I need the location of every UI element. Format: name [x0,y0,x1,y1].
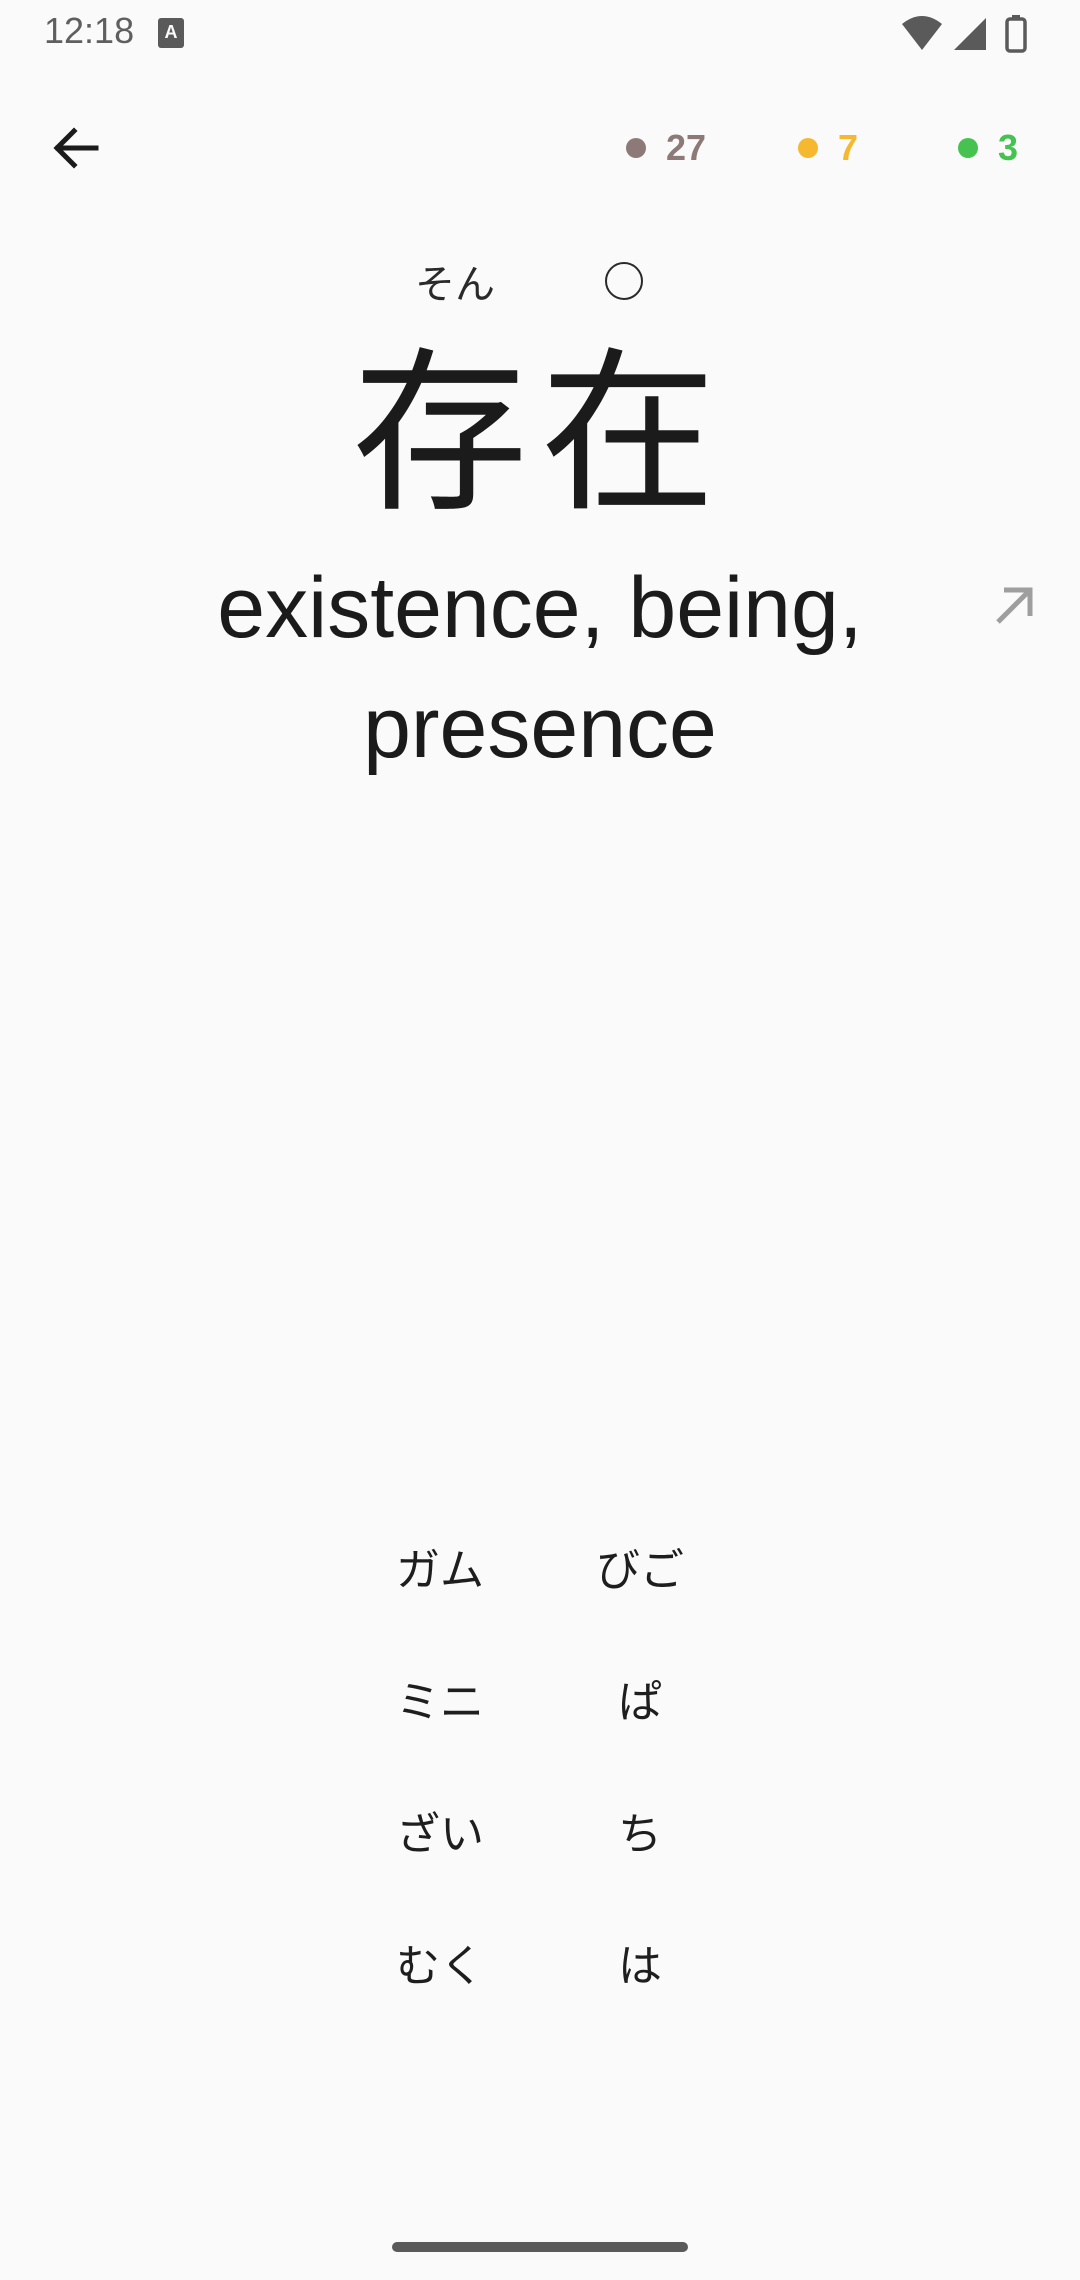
wifi-icon [902,16,942,50]
notification-a-icon: A [158,18,184,48]
option-button[interactable]: ぱ [540,1632,740,1764]
option-button[interactable]: ち [540,1764,740,1896]
quiz-screen: 12:18 A 27 7 3 そん 存在 existence, being, p… [0,0,1080,2280]
option-button[interactable]: は [540,1896,740,2028]
arrow-up-right-icon [996,587,1033,624]
option-button[interactable]: ミニ [340,1632,540,1764]
gesture-navigation-bar[interactable] [392,2242,688,2252]
counter-review: 3 [958,118,1018,178]
option-button[interactable]: むく [340,1896,540,2028]
counter-new-dot [626,138,646,158]
counter-review-value: 3 [998,127,1019,168]
status-bar: 12:18 A [0,0,1080,66]
counter-review-dot [958,138,978,158]
reading-text: そん [415,262,495,308]
counter-learning-dot [798,138,818,158]
vocab-word: 存在 [351,332,728,537]
arrow-left-icon [53,127,99,169]
option-button[interactable]: びご [540,1500,740,1632]
pitch-accent-circle-icon[interactable] [605,262,643,300]
status-icons [900,14,1040,54]
open-details-button[interactable] [990,580,1040,630]
counter-new: 27 [626,118,706,178]
signal-icon [954,18,986,50]
option-button[interactable]: ざい [340,1764,540,1896]
back-button[interactable] [40,112,112,184]
option-button[interactable]: ガム [340,1500,540,1632]
counter-learning-value: 7 [838,127,859,168]
counter-new-value: 27 [666,127,707,168]
answer-options: ガム びご ミニ ぱ ざい ち むく は [340,1500,740,2028]
battery-icon [1005,15,1027,53]
counter-learning: 7 [798,118,858,178]
status-time: 12:18 [44,10,135,51]
word-meaning: existence, being, presence [217,560,863,776]
